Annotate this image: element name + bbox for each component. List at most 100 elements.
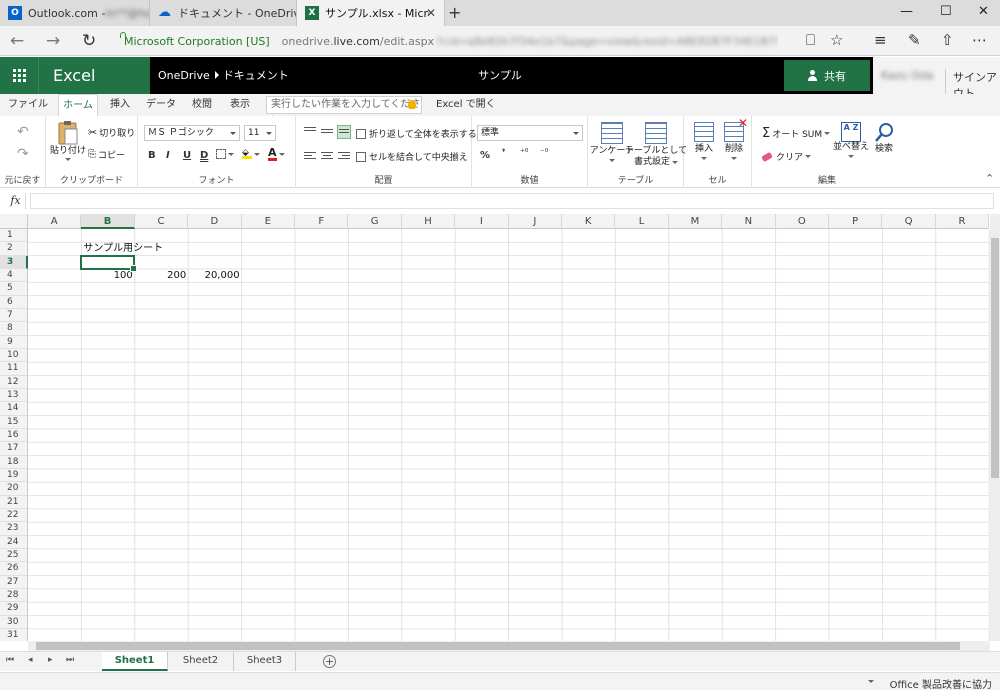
row-header-14[interactable]: 14: [0, 402, 28, 416]
borders-button[interactable]: [216, 149, 234, 159]
row-header-7[interactable]: 7: [0, 308, 28, 323]
url-field[interactable]: Microsoft Corporation [US] onedrive. liv…: [118, 30, 778, 52]
redo-icon[interactable]: ↷: [17, 146, 29, 162]
row-header-16[interactable]: 16: [0, 428, 28, 443]
column-header-g[interactable]: G: [348, 214, 402, 229]
browser-tab-outlook[interactable]: O Outlook.com - m**@hotr: [0, 0, 150, 26]
row-header-24[interactable]: 24: [0, 535, 28, 549]
insert-cells-button[interactable]: 挿入: [690, 122, 718, 160]
row-header-10[interactable]: 10: [0, 348, 28, 363]
prev-sheet-button[interactable]: ◂: [28, 655, 33, 665]
chevron-down-icon[interactable]: [868, 680, 874, 683]
column-header-b[interactable]: B: [81, 214, 135, 229]
horizontal-scroll-thumb[interactable]: [36, 642, 960, 650]
delete-cells-button[interactable]: ✕ 削除: [720, 117, 748, 160]
row-header-9[interactable]: 9: [0, 335, 28, 349]
tab-data[interactable]: データ: [142, 94, 180, 116]
column-header-f[interactable]: F: [295, 214, 349, 229]
column-header-p[interactable]: P: [829, 214, 883, 229]
breadcrumb-onedrive[interactable]: OneDrive: [158, 69, 210, 82]
column-header-o[interactable]: O: [775, 214, 829, 229]
new-tab-button[interactable]: +: [448, 3, 461, 22]
tab-insert[interactable]: 挿入: [104, 94, 136, 116]
clear-button[interactable]: クリア: [761, 150, 812, 163]
more-icon[interactable]: ⋯: [972, 31, 987, 49]
close-window-button[interactable]: ✕: [978, 4, 989, 19]
column-header-l[interactable]: L: [615, 214, 669, 229]
hub-icon[interactable]: ≡: [874, 31, 887, 49]
align-bottom-icon[interactable]: [337, 125, 351, 139]
app-launcher-button[interactable]: [0, 57, 38, 94]
horizontal-scrollbar[interactable]: [28, 641, 990, 651]
row-header-11[interactable]: 11: [0, 362, 28, 376]
formula-input[interactable]: [30, 193, 994, 209]
align-left-icon[interactable]: [304, 152, 316, 162]
row-header-31[interactable]: 31: [0, 628, 28, 641]
row-header-17[interactable]: 17: [0, 442, 28, 456]
favorite-icon[interactable]: ☆: [830, 31, 843, 49]
row-header-2[interactable]: 2: [0, 242, 28, 256]
row-header-28[interactable]: 28: [0, 588, 28, 603]
column-header-q[interactable]: Q: [882, 214, 936, 229]
web-note-icon[interactable]: ✎: [908, 31, 921, 49]
row-header-19[interactable]: 19: [0, 468, 28, 483]
breadcrumb-folder[interactable]: ドキュメント: [223, 69, 289, 82]
minimize-button[interactable]: —: [900, 4, 913, 19]
column-header-j[interactable]: J: [508, 214, 562, 229]
function-icon[interactable]: fx: [6, 193, 26, 209]
cell-b4[interactable]: 100: [83, 269, 134, 282]
sheet-tab-1[interactable]: Sheet1: [102, 652, 168, 671]
row-header-21[interactable]: 21: [0, 495, 28, 509]
percent-button[interactable]: %: [480, 150, 490, 161]
column-header-e[interactable]: E: [241, 214, 295, 229]
refresh-icon[interactable]: ↻: [82, 31, 96, 51]
collapse-ribbon-icon[interactable]: ⌃: [985, 172, 994, 185]
italic-button[interactable]: I: [166, 150, 170, 161]
row-header-5[interactable]: 5: [0, 282, 28, 296]
app-brand[interactable]: Excel Online: [38, 57, 150, 122]
column-header-c[interactable]: C: [134, 214, 189, 229]
column-header-n[interactable]: N: [722, 214, 776, 229]
next-sheet-button[interactable]: ▸: [48, 655, 53, 665]
forward-icon[interactable]: →: [46, 31, 60, 51]
column-header-m[interactable]: M: [668, 214, 723, 229]
column-header-h[interactable]: H: [401, 214, 456, 229]
row-header-3[interactable]: 3: [0, 255, 28, 269]
comma-style-button[interactable]: ❜: [502, 148, 505, 159]
decrease-decimal-button[interactable]: ⁻⁰: [540, 148, 548, 158]
column-header-k[interactable]: K: [562, 214, 616, 229]
cell-d4[interactable]: 20,000: [190, 269, 241, 282]
row-header-20[interactable]: 20: [0, 482, 28, 496]
merge-center-button[interactable]: セルを結合して中央揃え: [356, 150, 468, 163]
cut-button[interactable]: ✂ 切り取り: [88, 126, 135, 139]
sort-filter-button[interactable]: A Z 並べ替え: [833, 122, 869, 158]
cell-c4[interactable]: 200: [137, 269, 188, 282]
double-underline-button[interactable]: D: [200, 150, 208, 161]
undo-icon[interactable]: ↶: [17, 124, 29, 140]
tab-view[interactable]: 表示: [224, 94, 256, 116]
increase-decimal-button[interactable]: ⁺⁰: [520, 148, 528, 158]
sheet-tab-2[interactable]: Sheet2: [168, 652, 234, 671]
maximize-button[interactable]: ☐: [940, 4, 952, 19]
autosum-button[interactable]: Σ オート SUM: [762, 126, 831, 141]
underline-button[interactable]: U: [183, 150, 191, 161]
font-color-button[interactable]: A: [268, 147, 285, 161]
tell-me-input[interactable]: 実行したい作業を入力してください: [266, 96, 422, 126]
paste-button[interactable]: 貼り付け: [50, 120, 86, 161]
format-as-table-button[interactable]: テーブルとして 書式設定: [625, 122, 687, 168]
align-middle-icon[interactable]: [321, 129, 333, 139]
font-family-select[interactable]: ＭＳ Ｐゴシック: [144, 125, 240, 141]
find-button[interactable]: 検索: [870, 122, 898, 155]
open-in-excel-button[interactable]: Excel で開く: [436, 94, 496, 116]
font-size-select[interactable]: 11: [244, 125, 276, 141]
column-header-a[interactable]: A: [28, 214, 82, 229]
worksheet-grid[interactable]: ABCDEFGHIJKLMNOPQR 1 2 3 4 5 6 7 8 9 10 11 12 13 14 15…: [0, 214, 990, 641]
row-header-30[interactable]: 30: [0, 615, 28, 629]
column-header-d[interactable]: D: [188, 214, 242, 229]
tab-file[interactable]: ファイル: [6, 94, 50, 116]
active-cell-outline[interactable]: [80, 254, 138, 273]
document-title[interactable]: サンプル: [430, 57, 570, 94]
first-sheet-button[interactable]: ⏮: [6, 655, 14, 665]
align-center-icon[interactable]: [321, 152, 333, 162]
wrap-text-button[interactable]: 折り返して全体を表示する: [356, 127, 477, 140]
